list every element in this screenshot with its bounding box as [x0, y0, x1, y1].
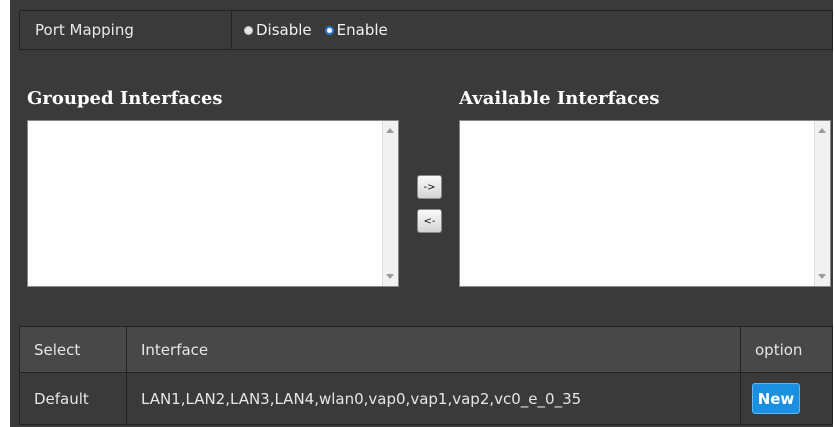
row-select-cell: Default [19, 372, 127, 425]
scroll-down-icon[interactable] [818, 274, 826, 279]
port-mapping-panel: Port Mapping Disable Enable Grouped Inte… [10, 0, 833, 427]
available-interfaces-heading: Available Interfaces [459, 88, 660, 109]
new-button[interactable]: New [752, 383, 800, 414]
radio-checked-icon[interactable] [324, 25, 334, 35]
scroll-down-icon[interactable] [386, 274, 394, 279]
enable-radio[interactable]: Enable [324, 21, 388, 39]
move-right-button[interactable]: -> [417, 175, 442, 199]
available-list-scrollbar[interactable] [814, 121, 830, 286]
grouped-interfaces-list[interactable] [27, 120, 399, 287]
disable-radio[interactable]: Disable [244, 21, 312, 39]
scroll-up-icon[interactable] [818, 128, 826, 133]
scroll-up-icon[interactable] [386, 128, 394, 133]
grouped-interfaces-heading: Grouped Interfaces [27, 88, 223, 109]
move-left-button[interactable]: <- [417, 209, 442, 233]
column-header-option: option [740, 326, 833, 373]
enable-radio-label: Enable [336, 21, 388, 39]
table-row: Default LAN1,LAN2,LAN3,LAN4,wlan0,vap0,v… [19, 372, 833, 425]
column-header-select: Select [19, 326, 127, 373]
table-header-row: Select Interface option [19, 326, 833, 373]
disable-radio-label: Disable [256, 21, 312, 39]
available-interfaces-list[interactable] [459, 120, 831, 287]
row-interface-cell: LAN1,LAN2,LAN3,LAN4,wlan0,vap0,vap1,vap2… [126, 372, 741, 425]
grouped-list-scrollbar[interactable] [382, 121, 398, 286]
row-option-cell: New [740, 372, 833, 425]
interface-group-table: Select Interface option Default LAN1,LAN… [19, 326, 833, 425]
radio-unchecked-icon[interactable] [244, 25, 253, 35]
port-mapping-label: Port Mapping [20, 11, 232, 49]
column-header-interface: Interface [126, 326, 741, 373]
port-mapping-options: Disable Enable [232, 11, 401, 49]
port-mapping-row: Port Mapping Disable Enable [19, 10, 833, 50]
